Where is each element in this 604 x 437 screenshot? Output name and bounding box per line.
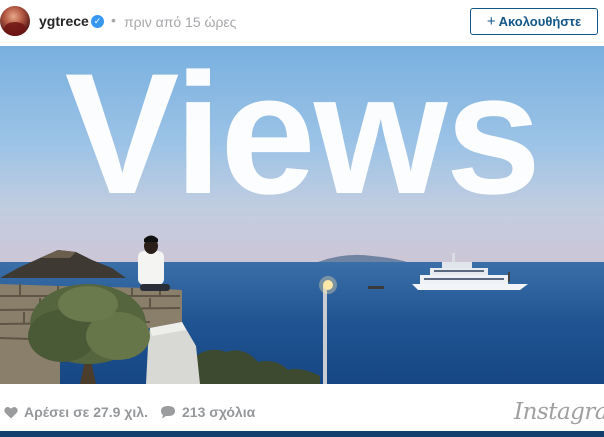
post-photo[interactable]: Views [0, 46, 604, 384]
comment-bubble-icon [161, 406, 175, 419]
likes-count[interactable]: Αρέσει σε 27.9 χιλ. [4, 404, 148, 420]
bottom-bar [0, 431, 604, 437]
post-header: ygtrece ✓ • πριν από 15 ώρες + Ακολουθήσ… [0, 0, 604, 46]
comments-label: 213 σχόλια [182, 404, 256, 420]
verified-badge-icon: ✓ [91, 15, 104, 28]
username-link[interactable]: ygtrece [39, 13, 89, 29]
comments-count[interactable]: 213 σχόλια [160, 404, 255, 420]
follow-button[interactable]: + Ακολουθήστε [470, 8, 598, 35]
instagram-logo[interactable]: Instagram [514, 399, 604, 425]
post-footer: Αρέσει σε 27.9 χιλ. 213 σχόλια Instagram [0, 384, 604, 431]
separator-dot: • [111, 12, 116, 28]
small-boat [368, 286, 384, 289]
heart-icon [4, 406, 18, 418]
post-timestamp[interactable]: πριν από 15 ώρες [124, 14, 236, 30]
plus-icon: + [486, 13, 496, 30]
avatar[interactable] [0, 6, 30, 36]
likes-label: Αρέσει σε 27.9 χιλ. [24, 404, 148, 420]
follow-button-label: Ακολουθήστε [498, 14, 582, 29]
avatar-shirt [4, 22, 26, 36]
photo-overlay-text: Views [64, 46, 542, 230]
